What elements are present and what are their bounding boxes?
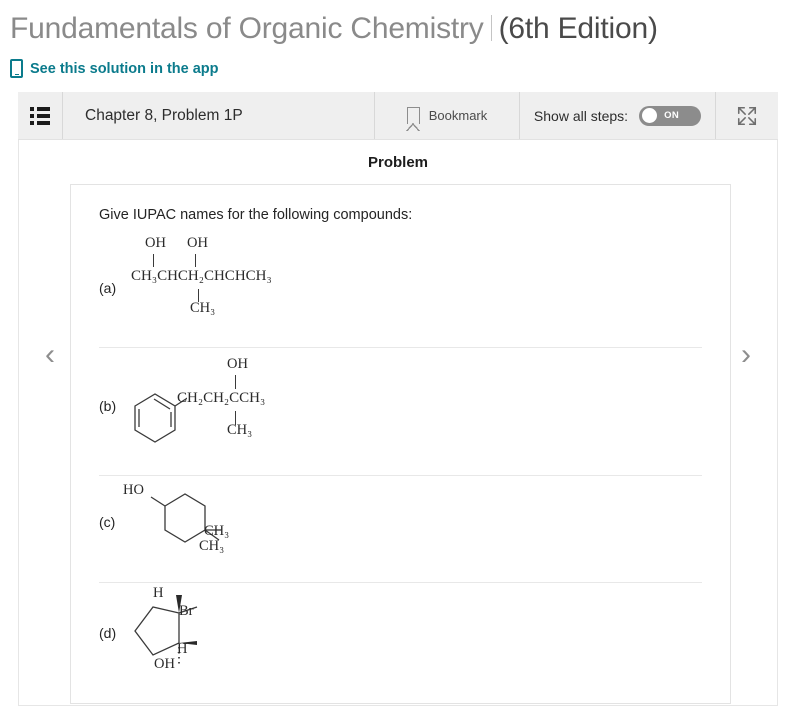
compound-d-hydrogen-bottom: H [177, 641, 188, 657]
compound-a-label: (a) [99, 280, 117, 296]
compound-d-label: (d) [99, 625, 117, 641]
show-all-steps-toggle[interactable]: ON [639, 105, 702, 126]
compound-d-hydroxyl: OH [154, 656, 175, 672]
bond-line [235, 375, 236, 389]
compound-b: (b) OH CH₂CH₂CCH₃ CH₃ [99, 348, 702, 476]
compound-d-bromine: Br [179, 603, 194, 619]
compound-a-hydroxyl-1: OH [145, 235, 166, 251]
menu-button[interactable] [18, 92, 62, 139]
chapter-problem-title: Chapter 8, Problem 1P [85, 106, 243, 124]
compound-c-methyl-2: CH₃ [199, 538, 225, 554]
cyclopentane-ring [134, 595, 198, 664]
compound-c-label: (c) [99, 514, 116, 530]
app-solution-link[interactable]: See this solution in the app [10, 59, 796, 78]
expand-arrows-icon [737, 106, 757, 125]
next-problem-arrow[interactable]: › [741, 340, 751, 370]
bond-line [195, 254, 196, 267]
fullscreen-button[interactable] [716, 92, 778, 139]
bookmark-button[interactable]: Bookmark [375, 92, 519, 139]
title-separator [490, 15, 492, 41]
toggle-knob [642, 108, 658, 123]
compound-b-chain: CH₂CH₂CCH₃ [177, 390, 266, 406]
page-header: Fundamentals of Organic Chemistry (6th E… [0, 0, 796, 78]
page-title: Fundamentals of Organic Chemistry [10, 12, 484, 45]
cyclohexane-ring [150, 493, 221, 543]
bond-line [153, 254, 154, 267]
compound-a: (a) OH OH CH₃CHCH₂CHCHCH₃ CH₃ [99, 233, 702, 348]
list-menu-icon [30, 106, 50, 125]
mobile-phone-icon [10, 59, 23, 78]
compound-c: (c) HO CH₃ CH₃ [99, 476, 702, 583]
compound-a-backbone: CH₃CHCH₂CHCHCH₃ [131, 268, 272, 284]
previous-problem-arrow[interactable]: ‹ [45, 340, 55, 370]
compound-b-label: (b) [99, 398, 117, 414]
book-title-line: Fundamentals of Organic Chemistry (6th E… [10, 12, 796, 46]
book-edition: (6th Edition) [498, 12, 658, 45]
section-heading: Problem [367, 154, 428, 171]
problem-card: Give IUPAC names for the following compo… [70, 184, 731, 704]
bookmark-label: Bookmark [428, 108, 488, 123]
bookmark-icon [406, 107, 421, 131]
problem-prompt: Give IUPAC names for the following compo… [99, 207, 413, 223]
compound-d: (d) H Br H OH [99, 583, 702, 693]
compound-d-hydrogen-top: H [153, 585, 164, 601]
app-link-label: See this solution in the app [30, 60, 219, 77]
compound-a-methyl: CH₃ [190, 300, 216, 316]
toggle-state-label: ON [664, 110, 680, 121]
show-all-steps-control: Show all steps: ON [520, 92, 715, 139]
problem-toolbar: Chapter 8, Problem 1P Bookmark Show all … [18, 92, 778, 140]
show-all-steps-label: Show all steps: [533, 107, 629, 124]
compound-a-hydroxyl-2: OH [187, 235, 208, 251]
problem-body: Problem ‹ › Give IUPAC names for the fol… [18, 140, 778, 706]
compound-b-hydroxyl: OH [227, 356, 248, 372]
compound-b-methyl: CH₃ [227, 422, 253, 438]
